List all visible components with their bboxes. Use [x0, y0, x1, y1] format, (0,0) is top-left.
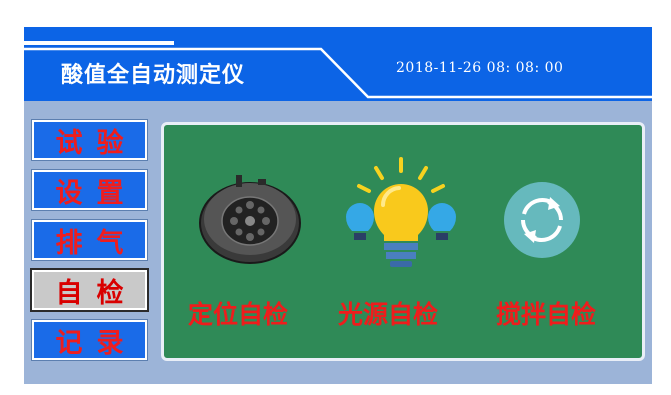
turntable-icon[interactable] [196, 169, 304, 265]
menu-button-settings[interactable]: 设置 [31, 169, 148, 211]
menu-button-label: 设置 [55, 177, 138, 209]
menu-button-exhaust[interactable]: 排气 [31, 219, 148, 261]
header-bar: 酸值全自动测定仪 2018-11-26 08: 08: 00 [24, 27, 652, 101]
menu-button-test[interactable]: 试验 [31, 119, 148, 161]
menu-button-self-check[interactable]: 自检 [30, 268, 149, 312]
light-source-check-label[interactable]: 光源自检 [338, 295, 438, 331]
app-title: 酸值全自动测定仪 [61, 63, 246, 88]
menu-button-label: 自检 [55, 277, 138, 309]
menu-button-records[interactable]: 记录 [31, 319, 148, 361]
device-screen: 酸值全自动测定仪 2018-11-26 08: 08: 00 试验 设置 排气 … [24, 27, 652, 384]
rotate-arrows-icon[interactable] [502, 180, 582, 260]
light-bulb-icon[interactable] [342, 155, 460, 275]
menu-button-label: 记录 [55, 327, 138, 359]
position-check-label[interactable]: 定位自检 [188, 295, 288, 331]
self-check-panel: 定位自检 光源自检 搅拌自检 [161, 122, 645, 361]
datetime-display: 2018-11-26 08: 08: 00 [396, 60, 564, 76]
stirring-check-label[interactable]: 搅拌自检 [496, 295, 596, 331]
menu-button-label: 试验 [55, 127, 138, 159]
menu-button-label: 排气 [55, 227, 138, 259]
